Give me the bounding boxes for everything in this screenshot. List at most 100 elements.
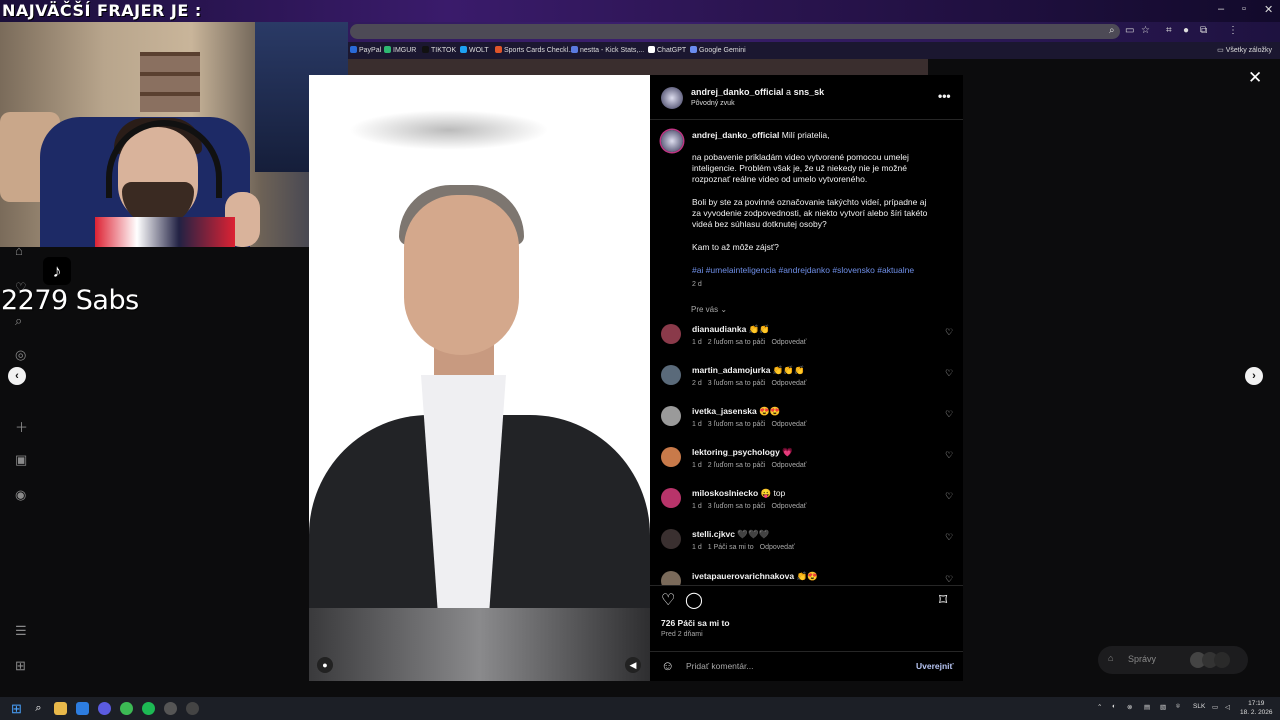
dashboard-icon[interactable]: ▣ bbox=[15, 452, 27, 468]
chrome-icon[interactable] bbox=[120, 702, 133, 715]
reply-button[interactable]: Odpovedať bbox=[760, 544, 795, 551]
comment-like-icon[interactable]: ♡ bbox=[945, 368, 953, 379]
bookmark-gemini[interactable]: Google Gemini bbox=[690, 46, 746, 54]
bookmarks-bar: PayPal IMGUR TIKTOK WOLT Sports Cards Ch… bbox=[348, 42, 1280, 59]
close-post-icon[interactable]: ✕ bbox=[1248, 68, 1262, 88]
menu-icon[interactable]: ⋮ bbox=[1228, 25, 1238, 36]
obs-icon[interactable] bbox=[164, 702, 177, 715]
bookmark-chatgpt[interactable]: ChatGPT bbox=[648, 46, 686, 54]
next-post-button[interactable]: › bbox=[1245, 367, 1263, 385]
star-icon[interactable]: ☆ bbox=[1141, 25, 1150, 36]
volume-icon[interactable]: ◁ bbox=[1225, 703, 1230, 711]
post-video[interactable]: ● ◀ bbox=[309, 75, 650, 681]
like-count[interactable]: 726 Páči sa mi to bbox=[661, 618, 730, 628]
commenter-avatar[interactable] bbox=[661, 324, 681, 344]
commenter-avatar[interactable] bbox=[661, 488, 681, 508]
all-bookmarks[interactable]: ▭ Všetky záložky bbox=[1217, 46, 1272, 54]
spotify-icon[interactable] bbox=[142, 702, 155, 715]
commenter-avatar[interactable] bbox=[661, 365, 681, 385]
bookmark-paypal[interactable]: PayPal bbox=[350, 46, 381, 54]
commenter-avatar[interactable] bbox=[661, 447, 681, 467]
messages-button[interactable]: ⌂ Správy bbox=[1098, 646, 1248, 674]
tagged-user-icon[interactable]: ● bbox=[317, 657, 333, 673]
tray-chevron-icon[interactable]: ⌃ bbox=[1097, 703, 1102, 711]
comment-like-icon[interactable]: ♡ bbox=[945, 532, 953, 543]
previous-post-button[interactable]: ‹ bbox=[8, 367, 26, 385]
commenter-avatar[interactable] bbox=[661, 529, 681, 549]
network-icon[interactable]: ▤ bbox=[1144, 703, 1150, 711]
bookmark-kick-stats[interactable]: nestta - Kick Stats,... bbox=[571, 46, 644, 54]
bookmark-tiktok[interactable]: TIKTOK bbox=[422, 46, 456, 54]
caption-paragraph-4: Kam to až môže zájsť? bbox=[692, 242, 779, 252]
gemini-icon bbox=[690, 46, 697, 53]
reply-button[interactable]: Odpovedať bbox=[771, 421, 806, 428]
zoom-icon[interactable]: ⌕ bbox=[1109, 25, 1115, 36]
caption-hashtags[interactable]: #ai #umelainteligencia #andrejdanko #slo… bbox=[692, 265, 932, 276]
explore-icon[interactable]: ◎ bbox=[15, 347, 26, 363]
background-feed-strip bbox=[348, 59, 928, 75]
divider bbox=[650, 585, 963, 586]
language-indicator[interactable]: SLK bbox=[1193, 703, 1205, 710]
caption-author-avatar[interactable] bbox=[661, 130, 683, 152]
comment-like-icon[interactable]: ♡ bbox=[945, 450, 953, 461]
tray-app-icon[interactable]: ⊗ bbox=[1127, 703, 1132, 711]
system-clock[interactable]: 17:19 18. 2. 2026 bbox=[1240, 699, 1273, 717]
wolt-icon bbox=[460, 46, 467, 53]
threads-icon[interactable]: ◉ bbox=[15, 487, 26, 503]
like-icon[interactable]: ♡ bbox=[661, 590, 675, 610]
chatgpt-icon bbox=[648, 46, 655, 53]
extension-icon[interactable]: ⌗ bbox=[1166, 25, 1172, 36]
minimize-icon[interactable]: – bbox=[1218, 3, 1224, 15]
window-close-icon[interactable]: ✕ bbox=[1264, 3, 1273, 16]
reply-button[interactable]: Odpovedať bbox=[771, 380, 806, 387]
headset-tray-icon[interactable]: ◐ bbox=[1112, 703, 1116, 710]
divider bbox=[650, 119, 963, 120]
discord-icon[interactable] bbox=[98, 702, 111, 715]
comment-like-icon[interactable]: ♡ bbox=[945, 409, 953, 420]
author-avatar[interactable] bbox=[661, 87, 683, 109]
comment-like-icon[interactable]: ♡ bbox=[945, 491, 953, 502]
puzzle-icon[interactable]: ⧉ bbox=[1200, 25, 1207, 36]
post-header-authors[interactable]: andrej_danko_official a sns_sk bbox=[691, 87, 824, 97]
comment-icon[interactable]: ◯ bbox=[685, 590, 703, 610]
file-explorer-icon[interactable] bbox=[54, 702, 67, 715]
bookmark-save-icon[interactable]: ⌑ bbox=[939, 590, 947, 610]
bookmark-wolt[interactable]: WOLT bbox=[460, 46, 489, 54]
store-icon[interactable] bbox=[76, 702, 89, 715]
more-menu-icon[interactable]: ☰ bbox=[15, 623, 27, 639]
maximize-icon[interactable]: ▫ bbox=[1242, 3, 1246, 15]
bookmark-sports-cards[interactable]: Sports Cards Checkl... bbox=[495, 46, 574, 54]
monitor-icon[interactable]: ▭ bbox=[1212, 703, 1218, 711]
cast-icon[interactable]: ▭ bbox=[1125, 25, 1134, 36]
also-from-meta-icon[interactable]: ⊞ bbox=[15, 658, 26, 674]
microphone-icon[interactable]: ⍟ bbox=[1176, 703, 1180, 711]
tray-app2-icon[interactable]: ▧ bbox=[1160, 703, 1166, 711]
search-icon[interactable]: ⌕ bbox=[32, 702, 45, 715]
comment-like-icon[interactable]: ♡ bbox=[945, 327, 953, 338]
reply-button[interactable]: Odpovedať bbox=[771, 462, 806, 469]
publish-comment-button[interactable]: Uverejniť bbox=[916, 661, 954, 671]
reply-button[interactable]: Odpovedať bbox=[771, 503, 806, 510]
add-comment-input[interactable]: Pridať komentár... bbox=[686, 661, 753, 671]
commenter-avatar[interactable] bbox=[661, 571, 681, 585]
comment-item: martin_adamojurka 👏👏👏 2 d3 ľuďom sa to p… bbox=[650, 365, 963, 405]
folder-icon: ▭ bbox=[1217, 47, 1226, 54]
mute-icon[interactable]: ◀ bbox=[625, 657, 641, 673]
audio-label[interactable]: Pôvodný zvuk bbox=[691, 100, 735, 107]
url-field[interactable] bbox=[350, 24, 1120, 39]
create-icon[interactable]: ＋ bbox=[15, 417, 28, 436]
comment-item: dianaudianka 👏👏 1 d2 ľuďom sa to páči Odp… bbox=[650, 324, 963, 364]
bookmark-imgur[interactable]: IMGUR bbox=[384, 46, 416, 54]
windows-taskbar: ⊞ ⌕ ⌃ ◐ ⊗ ▤ ▧ ⍟ SLK ▭ ◁ 17:19 18. 2. 2026 bbox=[0, 697, 1280, 720]
more-options-icon[interactable]: ••• bbox=[938, 89, 951, 103]
comment-like-icon[interactable]: ♡ bbox=[945, 574, 953, 585]
reply-button[interactable]: Odpovedať bbox=[771, 339, 806, 346]
profile-icon[interactable]: ● bbox=[1183, 25, 1189, 36]
comment-item: ivetka_jasenska 😍😍 1 d3 ľuďom sa to páči… bbox=[650, 406, 963, 446]
commenter-avatar[interactable] bbox=[661, 406, 681, 426]
app-icon[interactable] bbox=[186, 702, 199, 715]
emoji-icon[interactable]: ☺ bbox=[661, 658, 674, 673]
windows-start-icon[interactable]: ⊞ bbox=[10, 702, 23, 715]
comment-filter[interactable]: Pre vás ⌄ bbox=[691, 305, 727, 314]
post-detail-panel: andrej_danko_official a sns_sk Pôvodný z… bbox=[650, 75, 963, 681]
